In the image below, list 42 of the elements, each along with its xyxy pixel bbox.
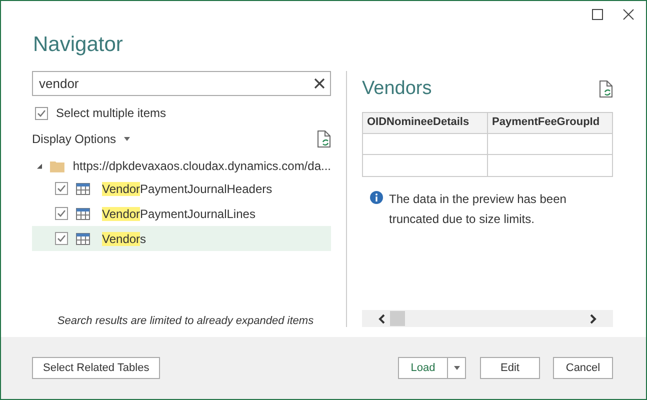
tree-item[interactable]: https://dpkdevaxaos.cloudax.dynamics.com/da... [72,157,331,175]
close-icon[interactable] [623,9,634,20]
table-name: VendorPaymentJournalHeaders [102,180,272,198]
checkbox[interactable] [55,232,68,245]
refresh-icon[interactable] [317,130,331,148]
scroll-thumb[interactable] [390,311,405,326]
table-icon [76,182,90,194]
column-header: OIDNomineeDetails [363,112,488,134]
caret-icon [454,366,460,370]
search-note: Search results are limited to already expanded items [56,314,315,328]
checkbox[interactable] [55,182,68,195]
horizontal-scrollbar[interactable] [362,310,613,327]
info-message: The data in the preview has been truncated due to size limits. [389,190,568,228]
tree-item[interactable]: VendorPaymentJournalHeaders [32,176,331,201]
maximize-icon[interactable] [592,9,603,20]
window-title: Navigator [33,32,124,58]
load-button[interactable]: Load [398,357,448,379]
scroll-left-icon [378,314,386,324]
table-name: Vendors [102,230,146,248]
load-dropdown-button[interactable] [448,357,466,379]
checkbox[interactable] [55,207,68,220]
collapse-triangle-icon[interactable] [37,163,42,169]
tree-item[interactable]: VendorPaymentJournalLines [32,201,331,226]
preview-title: Vendors [362,77,432,101]
info-icon [370,190,383,204]
cancel-button[interactable]: Cancel [553,357,613,379]
tree-item[interactable]: Vendors [32,226,331,251]
table-name: VendorPaymentJournalLines [102,206,256,222]
edit-button[interactable]: Edit [480,357,540,379]
column-header: PaymentFeeGroupId [488,112,613,134]
table-icon [76,208,90,220]
search-field[interactable]: vendor [32,71,331,96]
caret-icon [124,137,130,141]
scroll-right-icon [589,314,597,324]
table-icon [76,232,90,244]
select-related-tables-button[interactable]: Select Related Tables [32,357,160,379]
refresh-icon[interactable] [599,80,613,98]
checkbox[interactable] [35,106,48,120]
checkbox-label: Select multiple items [56,105,166,122]
folder-icon [50,160,65,172]
clear-icon[interactable] [314,78,325,89]
display-options-menu[interactable]: Display Options [32,130,130,148]
